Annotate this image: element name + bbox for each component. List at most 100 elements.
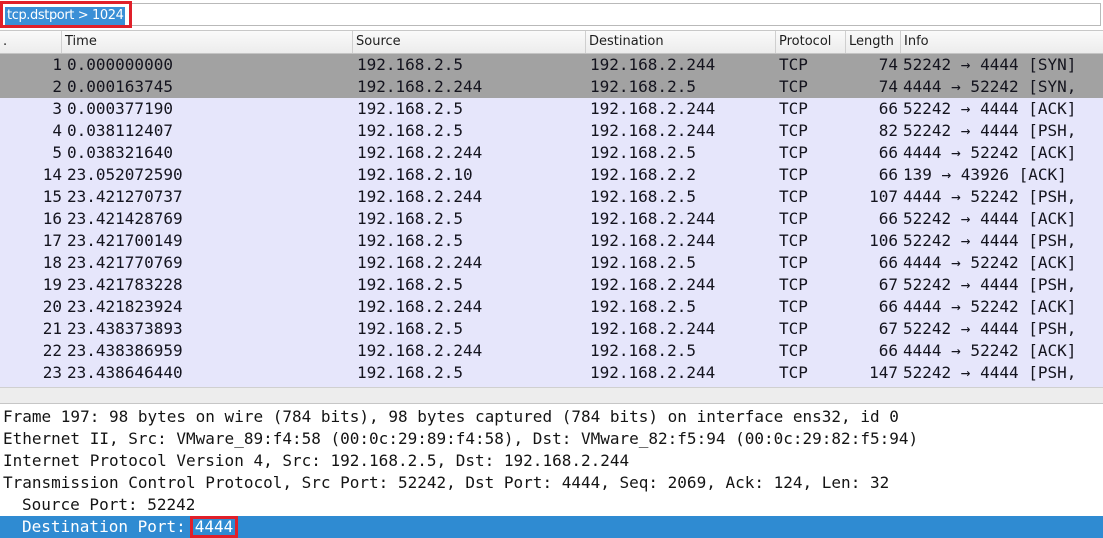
packet-protocol: TCP <box>779 341 808 360</box>
table-row[interactable]: 2 0.000163745 192.168.2.244 192.168.2.5 TCP 7… <box>0 76 1103 98</box>
packet-protocol: TCP <box>779 121 808 140</box>
table-row[interactable]: 18 23.421770769 192.168.2.244 192.168.2.5 TC… <box>0 252 1103 274</box>
packet-protocol: TCP <box>779 99 808 118</box>
table-row[interactable]: 5 0.038321640 192.168.2.244 192.168.2.5 TCP 6… <box>0 142 1103 164</box>
detail-destination-port[interactable]: Destination Port: 4444 <box>0 516 1103 538</box>
packet-length: 66 <box>878 341 898 360</box>
packet-time: 23.421700149 <box>67 231 183 250</box>
column-header-length[interactable]: Length <box>846 31 901 53</box>
packet-info: 52242 → 4444 [PSH, <box>903 275 1077 294</box>
table-row[interactable]: 23 23.438646440 192.168.2.5 192.168.2.244 TC… <box>0 362 1103 384</box>
packet-protocol: TCP <box>779 253 808 272</box>
packet-destination: 192.168.2.5 <box>590 77 696 96</box>
packet-list: . Time Source Destination Protocol Lengt… <box>0 31 1103 387</box>
packet-protocol: TCP <box>779 77 808 96</box>
display-filter-bar: tcp.dstport > 1024 <box>0 0 1103 31</box>
packet-no: 22 <box>42 341 62 360</box>
packet-no: 23 <box>42 363 62 382</box>
packet-time: 23.421428769 <box>67 209 183 228</box>
packet-no: 21 <box>42 319 62 338</box>
packet-no: 3 <box>52 99 62 118</box>
packet-destination: 192.168.2.244 <box>590 319 716 338</box>
packet-destination: 192.168.2.5 <box>590 341 696 360</box>
pane-splitter[interactable] <box>0 387 1103 404</box>
packet-destination: 192.168.2.244 <box>590 55 716 74</box>
packet-no: 18 <box>42 253 62 272</box>
packet-time: 23.438373893 <box>67 319 183 338</box>
packet-source: 192.168.2.244 <box>357 77 483 96</box>
packet-destination: 192.168.2.244 <box>590 231 716 250</box>
packet-source: 192.168.2.5 <box>357 363 463 382</box>
packet-length: 66 <box>878 165 898 184</box>
packet-length: 66 <box>878 143 898 162</box>
packet-destination: 192.168.2.5 <box>590 187 696 206</box>
detail-ip-text: Internet Protocol Version 4, Src: 192.16… <box>3 451 630 470</box>
packet-list-header: . Time Source Destination Protocol Lengt… <box>0 31 1103 54</box>
packet-protocol: TCP <box>779 275 808 294</box>
packet-info: 52242 → 4444 [PSH, <box>903 319 1077 338</box>
table-row[interactable]: 15 23.421270737 192.168.2.244 192.168.2.5 TC… <box>0 186 1103 208</box>
packet-info: 4444 → 52242 [ACK] <box>903 253 1077 272</box>
packet-protocol: TCP <box>779 55 808 74</box>
packet-info: 4444 → 52242 [ACK] <box>903 341 1077 360</box>
packet-protocol: TCP <box>779 297 808 316</box>
packet-protocol: TCP <box>779 209 808 228</box>
packet-source: 192.168.2.244 <box>357 341 483 360</box>
destination-port-highlight: 4444 <box>189 516 239 538</box>
packet-destination: 192.168.2.244 <box>590 209 716 228</box>
packet-length: 67 <box>878 319 898 338</box>
packet-time: 23.438646440 <box>67 363 183 382</box>
packet-source: 192.168.2.244 <box>357 143 483 162</box>
packet-source: 192.168.2.244 <box>357 297 483 316</box>
table-row[interactable]: 3 0.000377190 192.168.2.5 192.168.2.244 TCP 6… <box>0 98 1103 120</box>
packet-time: 0.000377190 <box>67 99 173 118</box>
packet-source: 192.168.2.5 <box>357 275 463 294</box>
packet-time: 0.000163745 <box>67 77 173 96</box>
detail-ethernet-text: Ethernet II, Src: VMware_89:f4:58 (00:0c… <box>3 429 919 448</box>
packet-source: 192.168.2.5 <box>357 231 463 250</box>
packet-length: 106 <box>869 231 898 250</box>
detail-frame[interactable]: Frame 197: 98 bytes on wire (784 bits), … <box>0 406 1103 428</box>
column-header-time[interactable]: Time <box>62 31 353 53</box>
detail-source-port[interactable]: Source Port: 52242 <box>0 494 1103 516</box>
packet-time: 0.038321640 <box>67 143 173 162</box>
packet-protocol: TCP <box>779 165 808 184</box>
packet-source: 192.168.2.5 <box>357 55 463 74</box>
detail-ip[interactable]: Internet Protocol Version 4, Src: 192.16… <box>0 450 1103 472</box>
packet-no: 16 <box>42 209 62 228</box>
filter-text[interactable]: tcp.dstport > 1024 <box>5 7 126 25</box>
display-filter-input[interactable] <box>3 3 1101 26</box>
table-row[interactable]: 14 23.052072590 192.168.2.10 192.168.2.2 TCP… <box>0 164 1103 186</box>
packet-info: 139 → 43926 [ACK] <box>903 165 1067 184</box>
table-row[interactable]: 16 23.421428769 192.168.2.5 192.168.2.244 TC… <box>0 208 1103 230</box>
packet-destination: 192.168.2.5 <box>590 253 696 272</box>
packet-source: 192.168.2.5 <box>357 209 463 228</box>
packet-no: 20 <box>42 297 62 316</box>
column-header-info[interactable]: Info <box>901 31 1103 53</box>
column-header-no[interactable]: . <box>0 31 62 53</box>
column-header-source[interactable]: Source <box>353 31 586 53</box>
packet-no: 1 <box>52 55 62 74</box>
table-row[interactable]: 22 23.438386959 192.168.2.244 192.168.2.5 TC… <box>0 340 1103 362</box>
packet-time: 23.052072590 <box>67 165 183 184</box>
table-row[interactable]: 1 0.000000000 192.168.2.5 192.168.2.244 TCP 7… <box>0 54 1103 76</box>
packet-length: 74 <box>878 77 898 96</box>
packet-source: 192.168.2.5 <box>357 319 463 338</box>
detail-tcp[interactable]: Transmission Control Protocol, Src Port:… <box>0 472 1103 494</box>
packet-info: 52242 → 4444 [ACK] <box>903 99 1077 118</box>
table-row[interactable]: 20 23.421823924 192.168.2.244 192.168.2.5 TC… <box>0 296 1103 318</box>
packet-length: 66 <box>878 99 898 118</box>
packet-destination: 192.168.2.5 <box>590 297 696 316</box>
packet-no: 15 <box>42 187 62 206</box>
filter-highlight-box: tcp.dstport > 1024 <box>0 1 132 28</box>
packet-no: 4 <box>52 121 62 140</box>
table-row[interactable]: 4 0.038112407 192.168.2.5 192.168.2.244 TCP 8… <box>0 120 1103 142</box>
packet-protocol: TCP <box>779 231 808 250</box>
column-header-protocol[interactable]: Protocol <box>776 31 846 53</box>
column-header-destination[interactable]: Destination <box>586 31 776 53</box>
table-row[interactable]: 19 23.421783228 192.168.2.5 192.168.2.244 TC… <box>0 274 1103 296</box>
table-row[interactable]: 21 23.438373893 192.168.2.5 192.168.2.244 TC… <box>0 318 1103 340</box>
detail-ethernet[interactable]: Ethernet II, Src: VMware_89:f4:58 (00:0c… <box>0 428 1103 450</box>
table-row[interactable]: 17 23.421700149 192.168.2.5 192.168.2.244 TC… <box>0 230 1103 252</box>
packet-destination: 192.168.2.5 <box>590 143 696 162</box>
